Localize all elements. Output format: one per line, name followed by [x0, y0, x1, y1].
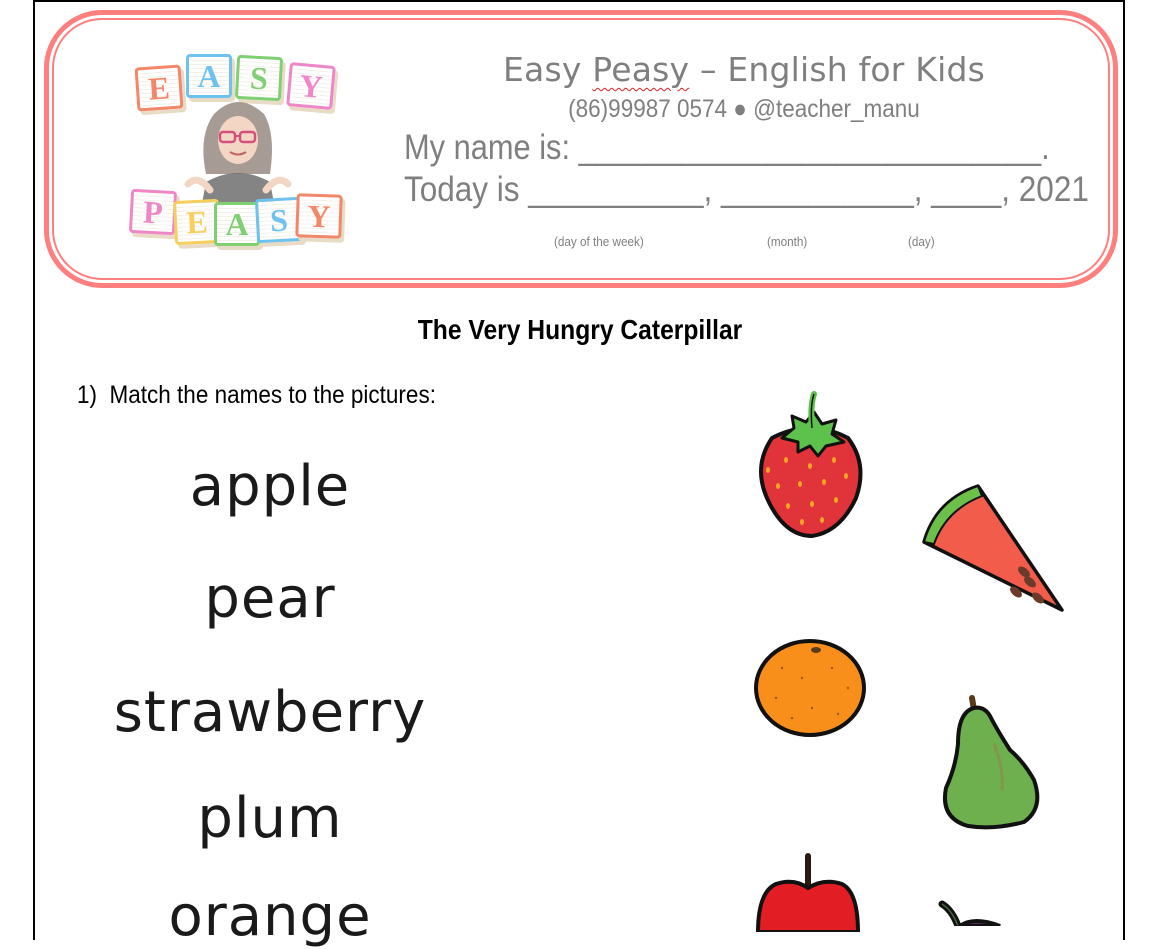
- brand-title-post: – English for Kids: [689, 50, 986, 89]
- logo-block: A: [214, 202, 260, 246]
- strawberry-picture[interactable]: [752, 390, 868, 540]
- day-hint: (day): [908, 234, 935, 249]
- logo-block: Y: [286, 62, 336, 110]
- pear-picture[interactable]: [938, 688, 1044, 832]
- teacher-avatar-icon: [184, 102, 292, 214]
- spellcheck-flagged-word[interactable]: Peasy: [592, 50, 689, 89]
- word-orange[interactable]: orange: [70, 884, 470, 949]
- brand-title: Easy Peasy – English for Kids: [404, 50, 1084, 89]
- contact-info: (86)99987 0574 ● @teacher_manu: [568, 95, 920, 123]
- word-pear[interactable]: pear: [70, 566, 470, 631]
- easy-peasy-logo: E A S Y P E A S Y: [128, 48, 344, 250]
- orange-picture[interactable]: [752, 638, 868, 742]
- logo-block: Y: [295, 193, 343, 239]
- logo-block: E: [134, 64, 184, 112]
- brand-title-pre: Easy: [502, 50, 593, 89]
- weekday-hint: (day of the week): [554, 234, 644, 249]
- month-hint: (month): [767, 234, 808, 249]
- name-field[interactable]: My name is: ___________________________.: [404, 128, 1050, 168]
- question-text: Match the names to the pictures:: [109, 381, 436, 409]
- plum-picture[interactable]: [934, 898, 1014, 926]
- logo-block: P: [128, 188, 178, 236]
- word-plum[interactable]: plum: [70, 786, 470, 851]
- question-number: 1): [77, 381, 98, 409]
- apple-picture[interactable]: [754, 852, 866, 932]
- watermelon-picture[interactable]: [920, 482, 1066, 614]
- logo-block: A: [186, 54, 232, 98]
- date-field[interactable]: Today is __________, ___________, ____, …: [404, 170, 1089, 210]
- worksheet-title: The Very Hungry Caterpillar: [417, 314, 743, 345]
- word-strawberry[interactable]: strawberry: [70, 680, 470, 745]
- question-instruction: 1) Match the names to the pictures:: [77, 381, 436, 410]
- word-apple[interactable]: apple: [70, 454, 470, 519]
